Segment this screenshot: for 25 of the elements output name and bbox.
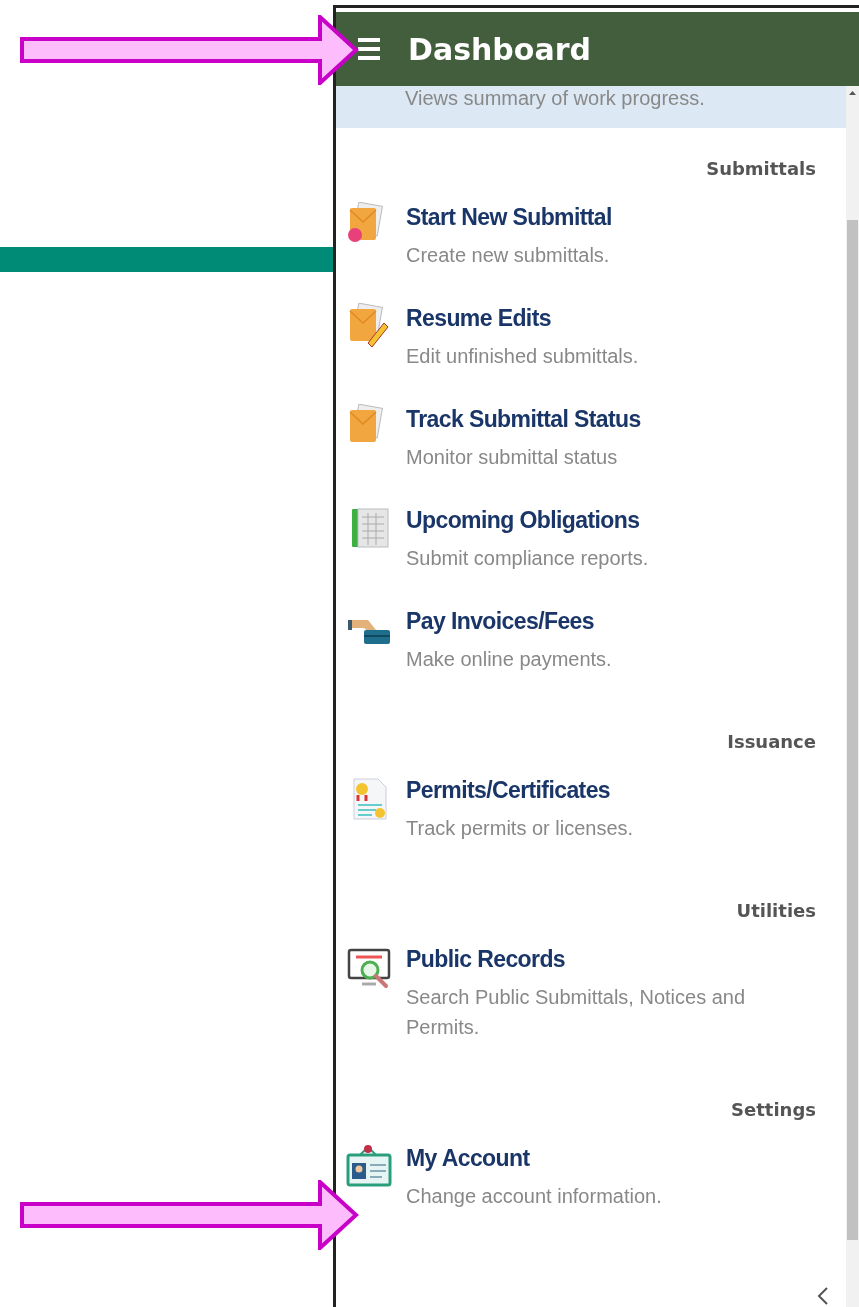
scrollbar[interactable] <box>846 86 859 1307</box>
menu-item-description: Change account information. <box>406 1184 663 1209</box>
section-heading: Issuance <box>727 730 816 754</box>
menu-item-title[interactable]: Start New Submittal <box>406 202 612 232</box>
chevron-left-icon[interactable] <box>816 1285 830 1307</box>
menu-item-title[interactable]: Track Submittal Status <box>406 404 641 434</box>
menu-item-title[interactable]: My Account <box>406 1143 530 1173</box>
section-heading: Submittals <box>706 157 816 181</box>
menu-item-title[interactable]: Public Records <box>406 944 566 974</box>
menu-item-icon <box>346 1143 392 1189</box>
section-heading: Settings <box>731 1098 816 1122</box>
menu-item-description: Search Public Submittals, Notices and Permits. <box>406 985 747 1040</box>
menu-item-title[interactable]: Pay Invoices/Fees <box>406 606 594 636</box>
menu-item-description: Track permits or licenses. <box>406 816 635 841</box>
header-title: Dashboard <box>408 31 591 67</box>
menu-item-description: Create new submittals. <box>406 243 611 268</box>
menu-item-title[interactable]: Permits/Certificates <box>406 775 611 805</box>
menu-item-description: Edit unfinished submittals. <box>406 344 640 369</box>
menu-item-description: Monitor submittal status <box>406 445 619 470</box>
menu-item-title[interactable]: Resume Edits <box>406 303 551 333</box>
menu-item-title[interactable]: Upcoming Obligations <box>406 505 640 535</box>
menu-item-description: Make online payments. <box>406 647 613 672</box>
menu-item-description: Submit compliance reports. <box>406 546 650 571</box>
section-heading: Utilities <box>736 899 816 923</box>
menu-icon[interactable] <box>356 37 382 61</box>
